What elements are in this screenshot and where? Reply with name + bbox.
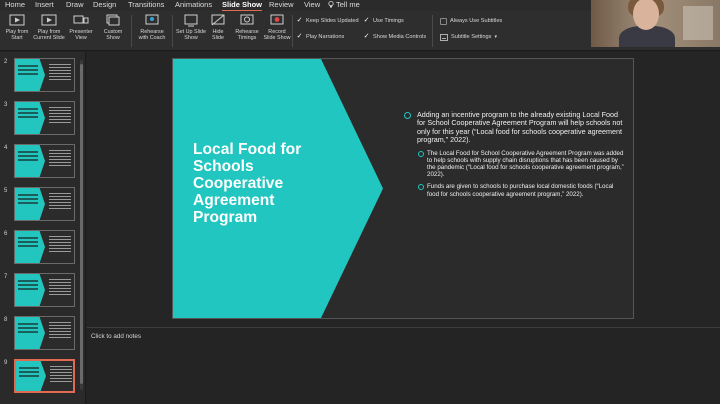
keep-slides-updated-checkbox[interactable]: ✓ Keep Slides Updated [296,17,359,25]
checkbox-empty-icon [440,17,447,25]
presenter-view-button[interactable]: Presenter View [68,14,94,41]
checkmark-icon: ✓ [363,17,370,24]
tab-animations[interactable]: Animations [175,0,212,11]
rehearse-timings-icon [240,14,254,25]
setup-slideshow-label: Set Up Slide Show [176,29,206,41]
slide-number: 3 [4,102,8,108]
presenter-view-label: Presenter View [69,29,93,41]
lightbulb-icon [328,0,334,8]
ribbon-divider [292,15,293,47]
slide-body-text[interactable]: Adding an incentive program to the alrea… [403,110,625,203]
notes-placeholder: Click to add notes [91,333,142,340]
play-narrations-label: Play Narrations [306,34,345,40]
slide-number: 5 [4,188,8,194]
use-timings-label: Use Timings [373,18,404,24]
tab-slide-show[interactable]: Slide Show [222,0,263,12]
rehearse-coach-label: Rehearse with Coach [138,29,166,41]
slide-number: 8 [4,317,8,323]
slide-number: 7 [4,274,8,280]
slide-thumbnail[interactable] [14,230,75,264]
record-slideshow-icon [270,14,284,25]
rehearse-coach-icon [145,14,159,25]
play-from-current-icon [41,14,57,26]
checkmark-icon: ✓ [296,33,303,40]
slide-thumbnail[interactable] [14,316,75,350]
thumbnail-scrollbar-thumb[interactable] [80,64,83,384]
rehearse-with-coach-button[interactable]: Rehearse with Coach [136,14,168,41]
custom-show-icon [106,14,120,26]
slide-bullet: Adding an incentive program to the alrea… [403,110,625,145]
tab-view[interactable]: View [304,0,320,11]
slide-thumbnail[interactable] [14,359,75,393]
tab-review[interactable]: Review [269,0,294,11]
tab-draw[interactable]: Draw [66,0,84,11]
ribbon-divider [172,15,173,47]
slide-thumbnail[interactable] [14,144,75,178]
custom-show-button[interactable]: Custom Show [101,14,125,41]
tab-design[interactable]: Design [93,0,116,11]
subtitle-settings-label: Subtitle Settings [451,34,492,40]
slide-bullet: The Local Food for School Cooperative Ag… [417,150,625,179]
slide-bullet: Funds are given to schools to purchase l… [417,183,625,198]
use-timings-checkbox[interactable]: ✓ Use Timings [363,17,404,25]
slide-number: 4 [4,145,8,151]
notes-pane[interactable]: Click to add notes [87,327,720,404]
webcam-video [591,0,720,47]
ribbon-divider [432,15,433,47]
chevron-down-icon: ▾ [494,34,497,40]
record-slide-show-button[interactable]: Record Slide Show [262,14,292,41]
hide-slide-button[interactable]: Hide Slide [208,14,228,41]
hide-slide-label: Hide Slide [212,29,224,41]
tell-me-label: Tell me [336,0,360,9]
slide-thumbnail[interactable] [14,58,75,92]
tell-me-search[interactable]: Tell me [328,0,360,11]
rehearse-timings-label: Rehearse Timings [235,29,259,41]
record-slideshow-label: Record Slide Show [263,29,291,41]
tab-insert[interactable]: Insert [35,0,54,11]
subtitle-settings-dropdown[interactable]: Subtitle Settings ▾ [440,33,497,41]
show-media-controls-label: Show Media Controls [373,34,427,40]
play-from-start-label: Play from Start [5,29,29,41]
play-from-start-button[interactable]: Play from Start [3,14,31,41]
show-media-controls-checkbox[interactable]: ✓ Show Media Controls [363,33,427,41]
slide-number: 9 [4,360,8,366]
setup-slide-show-button[interactable]: Set Up Slide Show [176,14,206,41]
slide-number: 6 [4,231,8,237]
subtitles-icon [440,33,448,41]
checkmark-icon: ✓ [363,33,370,40]
presenter-view-icon [73,15,89,24]
play-from-current-button[interactable]: Play from Current Slide [32,14,66,41]
play-from-current-label: Play from Current Slide [33,29,65,41]
slide-title[interactable]: Local Food for Schools Cooperative Agree… [193,141,333,226]
play-narrations-checkbox[interactable]: ✓ Play Narrations [296,33,345,41]
slide-number: 2 [4,59,8,65]
setup-slideshow-icon [184,14,198,27]
always-use-subtitles-checkbox[interactable]: Always Use Subtitles [440,17,502,25]
tab-transitions[interactable]: Transitions [128,0,164,11]
custom-show-label: Custom Show [103,29,123,41]
powerpoint-window: Home Insert Draw Design Transitions Anim… [0,0,720,404]
current-slide[interactable]: Local Food for Schools Cooperative Agree… [172,58,634,319]
hide-slide-icon [211,14,225,26]
checkmark-icon: ✓ [296,17,303,24]
rehearse-timings-button[interactable]: Rehearse Timings [233,14,261,41]
play-from-start-icon [9,14,25,26]
tab-home[interactable]: Home [5,0,25,11]
keep-slides-updated-label: Keep Slides Updated [306,18,359,24]
slide-thumbnail[interactable] [14,273,75,307]
slide-thumbnail[interactable] [14,101,75,135]
slide-thumbnail[interactable] [14,187,75,221]
ribbon-divider [131,15,132,47]
slide-thumbnail-pane: 2 3 4 5 6 7 8 9 [0,52,86,404]
always-use-subtitles-label: Always Use Subtitles [450,18,503,24]
